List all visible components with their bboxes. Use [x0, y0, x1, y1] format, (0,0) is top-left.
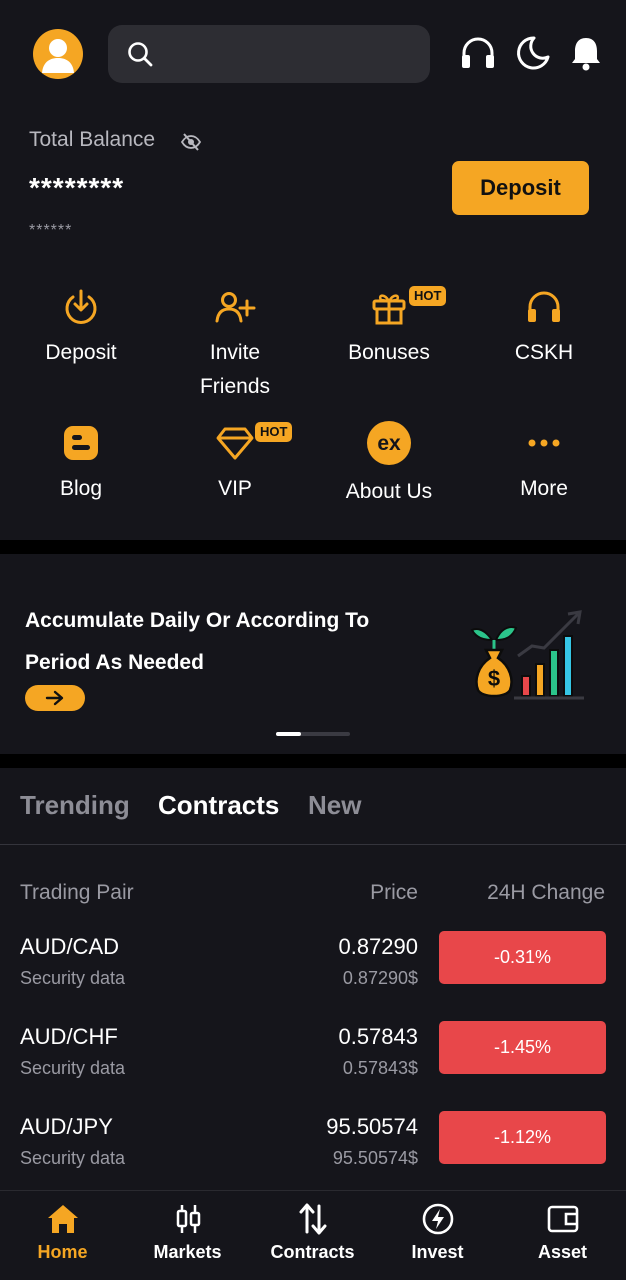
hot-badge: HOT: [255, 422, 293, 442]
market-list: Trending Contracts New Trading Pair Pric…: [0, 768, 626, 1190]
table-row[interactable]: AUD/CAD Security data 0.87290 0.87290$ -…: [0, 931, 626, 1024]
pair-subtitle: Security data: [20, 1058, 126, 1078]
quick-action-label: Bonuses: [348, 341, 430, 364]
price-usd: 95.50574$: [332, 1148, 418, 1168]
gift-icon: [372, 294, 406, 325]
nav-home[interactable]: Home: [0, 1199, 125, 1263]
nav-asset[interactable]: Asset: [500, 1199, 625, 1263]
quick-action-bonuses[interactable]: HOT Bonuses: [312, 284, 466, 370]
blog-icon: [64, 426, 98, 460]
headset-icon: [528, 291, 560, 322]
carousel-indicator: [276, 732, 350, 736]
quick-action-about-us[interactable]: ex About Us: [312, 420, 466, 509]
quick-action-cskh[interactable]: CSKH: [467, 284, 621, 370]
nav-contracts[interactable]: Contracts: [250, 1199, 375, 1263]
arrow-right-icon: [45, 690, 64, 706]
quick-action-vip[interactable]: HOT VIP: [158, 420, 312, 506]
search-input[interactable]: [108, 25, 430, 83]
quick-action-invite-friends[interactable]: Invite Friends: [158, 284, 312, 404]
quick-action-label: About Us: [345, 480, 433, 503]
price-value: 0.87290: [338, 934, 418, 959]
search-icon: [128, 42, 153, 67]
deposit-icon: [65, 289, 97, 324]
nav-label: Home: [37, 1242, 88, 1262]
tab-contracts[interactable]: Contracts: [158, 790, 279, 821]
banner-title: Accumulate Daily Or According To Period …: [25, 609, 370, 674]
change-badge[interactable]: -0.31%: [439, 931, 606, 984]
deposit-button[interactable]: Deposit: [452, 161, 589, 215]
svg-text:$: $: [488, 666, 500, 691]
quick-action-blog[interactable]: Blog: [4, 420, 158, 506]
ex-logo-icon: ex: [367, 421, 411, 465]
nav-invest[interactable]: Invest: [375, 1199, 500, 1263]
tab-new[interactable]: New: [308, 790, 361, 821]
user-avatar-icon[interactable]: [33, 29, 83, 79]
trading-pair: AUD/CHF: [20, 1024, 118, 1049]
wallet-icon: [547, 1205, 578, 1233]
column-header-change: 24H Change: [487, 881, 605, 904]
lightning-icon: [422, 1203, 453, 1235]
nav-label: Contracts: [270, 1242, 355, 1262]
column-header-pair: Trading Pair: [20, 881, 134, 904]
tab-trending[interactable]: Trending: [20, 790, 130, 821]
carousel-indicator-active: [276, 732, 301, 736]
table-row[interactable]: AUD/CHF Security data 0.57843 0.57843$ -…: [0, 1021, 626, 1114]
trading-pair: AUD/CAD: [20, 934, 120, 959]
quick-action-label: VIP: [218, 477, 252, 500]
quick-action-deposit[interactable]: Deposit: [4, 284, 158, 370]
pair-subtitle: Security data: [20, 968, 126, 988]
invite-friends-icon: [215, 292, 256, 323]
price-value: 0.57843: [338, 1024, 418, 1049]
moon-icon[interactable]: [512, 33, 552, 73]
price-usd: 0.87290$: [342, 968, 418, 988]
total-balance-label: Total Balance: [29, 128, 156, 151]
swap-arrows-icon: [299, 1203, 326, 1235]
divider: [0, 844, 626, 845]
hot-badge: HOT: [409, 286, 447, 306]
money-growth-illustration: $: [470, 610, 584, 700]
promo-banner[interactable]: Accumulate Daily Or According To Period …: [0, 554, 626, 754]
quick-action-label: More: [520, 477, 568, 500]
quick-action-label: Blog: [59, 477, 103, 500]
account-section: Total Balance ******** ****** Deposit De…: [0, 0, 626, 540]
nav-label: Asset: [537, 1242, 588, 1262]
pair-subtitle: Security data: [20, 1148, 126, 1168]
price-usd: 0.57843$: [342, 1058, 418, 1078]
nav-label: Markets: [153, 1242, 222, 1262]
trading-pair: AUD/JPY: [20, 1114, 113, 1139]
bell-icon[interactable]: [566, 33, 606, 73]
diamond-icon: [216, 427, 254, 460]
balance-sub-value: ******: [29, 222, 73, 239]
change-badge[interactable]: -1.12%: [439, 1111, 606, 1164]
eye-hidden-icon[interactable]: [180, 131, 202, 153]
quick-action-label: Invite Friends: [199, 341, 271, 398]
quick-action-label: CSKH: [514, 341, 574, 364]
quick-action-more[interactable]: More: [467, 420, 621, 506]
total-balance-value: ********: [29, 172, 125, 203]
banner-arrow-button[interactable]: [25, 685, 85, 711]
nav-markets[interactable]: Markets: [125, 1199, 250, 1263]
change-badge[interactable]: -1.45%: [439, 1021, 606, 1074]
svg-text:ex: ex: [377, 432, 401, 455]
more-icon: [528, 439, 560, 447]
price-value: 95.50574: [326, 1114, 418, 1139]
bottom-nav: Home Markets Contracts Invest Asset: [0, 1190, 626, 1280]
quick-action-label: Deposit: [45, 341, 117, 364]
home-icon: [47, 1205, 78, 1233]
column-header-price: Price: [370, 881, 418, 904]
nav-label: Invest: [411, 1242, 464, 1262]
candlestick-icon: [176, 1205, 200, 1233]
headset-icon[interactable]: [458, 33, 498, 73]
